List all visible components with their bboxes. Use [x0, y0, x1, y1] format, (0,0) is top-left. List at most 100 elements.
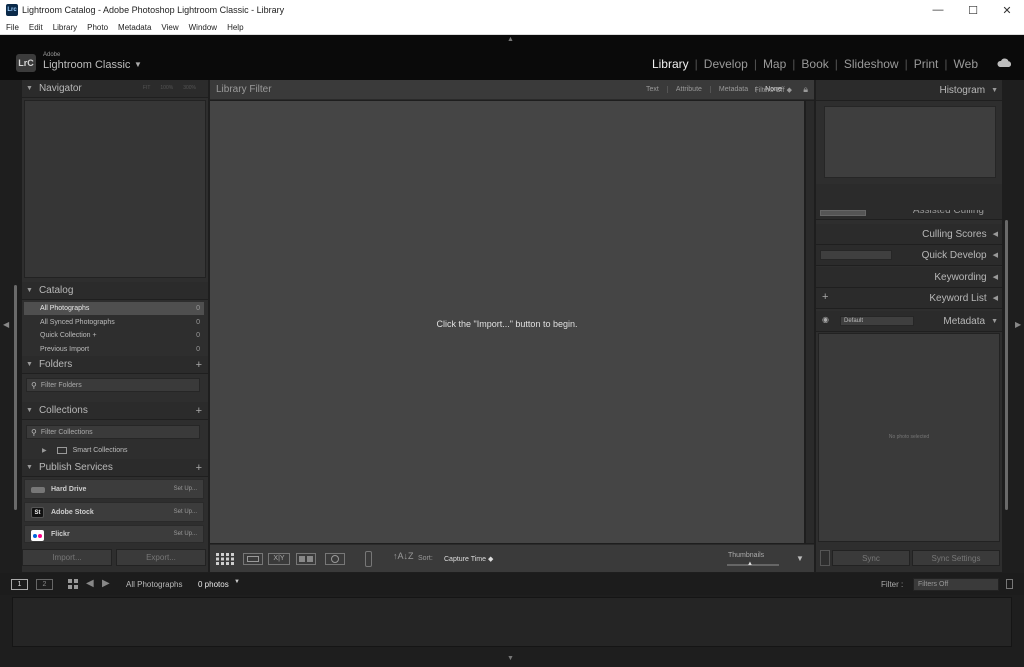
top-panel-toggle-icon[interactable]: ▲	[507, 36, 514, 43]
module-library[interactable]: Library	[646, 57, 695, 71]
menu-window[interactable]: Window	[189, 23, 217, 32]
grid-scrollbar[interactable]	[806, 101, 814, 543]
module-book[interactable]: Book	[795, 57, 834, 71]
folders-header[interactable]: ▼ Folders +	[22, 356, 208, 374]
compare-view-icon[interactable]: X|Y	[268, 553, 290, 565]
keyword-list-header[interactable]: + Keyword List ◀	[816, 288, 1002, 309]
setup-button[interactable]: Set Up...	[174, 486, 197, 492]
keywording-header[interactable]: Keywording ◀	[816, 267, 1002, 288]
publish-hard-drive[interactable]: Hard Drive Set Up...	[24, 479, 204, 499]
catalog-item-quick-collection[interactable]: Quick Collection + 0	[24, 329, 204, 342]
zoom-100[interactable]: 100%	[160, 85, 173, 91]
filter-tab-attribute[interactable]: Attribute	[668, 86, 711, 93]
brand-company: Adobe	[43, 52, 61, 58]
add-publish-service-icon[interactable]: +	[196, 462, 202, 474]
publish-services-header[interactable]: ▼ Publish Services +	[22, 459, 208, 477]
sync-toggle-icon[interactable]	[820, 550, 830, 566]
eye-icon[interactable]: ◉	[822, 315, 829, 324]
grid-shortcut-icon[interactable]	[68, 579, 78, 589]
import-button[interactable]: Import...	[22, 549, 112, 566]
filmstrip-photo-count[interactable]: 0 photos	[198, 580, 229, 589]
sync-button[interactable]: Sync	[832, 550, 910, 566]
metadata-header[interactable]: ◉ Default Metadata ▼	[816, 311, 1002, 332]
filter-folders-input[interactable]: ⚲ Filter Folders	[26, 378, 200, 392]
module-print[interactable]: Print	[908, 57, 945, 71]
sort-direction-icon[interactable]: ↑A↓Z	[393, 551, 414, 561]
module-web[interactable]: Web	[948, 57, 984, 71]
right-panel-toggle-icon[interactable]: ▶	[1015, 320, 1021, 329]
filmstrip-filter-dropdown[interactable]: Filters Off	[913, 578, 999, 591]
histogram-tool-strip[interactable]	[820, 210, 866, 216]
add-keyword-icon[interactable]: +	[822, 291, 828, 303]
module-slideshow[interactable]: Slideshow	[838, 57, 905, 71]
setup-button[interactable]: Set Up...	[174, 531, 197, 537]
menu-edit[interactable]: Edit	[29, 23, 43, 32]
metadata-preset-dropdown[interactable]: Default	[840, 316, 914, 326]
catalog-item-previous-import[interactable]: Previous Import 0	[24, 343, 204, 356]
primary-window-button[interactable]: 1	[11, 579, 28, 590]
lrc-logo: LrC	[16, 54, 36, 72]
menu-photo[interactable]: Photo	[87, 23, 108, 32]
menu-view[interactable]: View	[161, 23, 178, 32]
menu-help[interactable]: Help	[227, 23, 243, 32]
module-develop[interactable]: Develop	[698, 57, 754, 71]
sync-settings-button[interactable]: Sync Settings	[912, 550, 1000, 566]
secondary-window-button[interactable]: 2	[36, 579, 53, 590]
add-folder-icon[interactable]: +	[196, 359, 202, 371]
export-button[interactable]: Export...	[116, 549, 206, 566]
histogram-header[interactable]: Histogram ▼	[816, 80, 1002, 101]
expand-triangle-icon[interactable]: ▶	[42, 447, 47, 454]
publish-adobe-stock[interactable]: St Adobe Stock Set Up...	[24, 502, 204, 522]
people-view-icon[interactable]	[325, 553, 345, 565]
photo-count-dropdown-icon[interactable]: ▼	[234, 579, 240, 585]
keyword-list-title: Keyword List	[929, 292, 987, 304]
lock-icon[interactable]: 🔒︎	[803, 84, 808, 95]
filter-lock-icon[interactable]	[1006, 579, 1013, 589]
smart-collections-item[interactable]: ▶ Smart Collections	[24, 444, 204, 457]
saved-preset-dropdown[interactable]	[820, 250, 892, 260]
left-panel-toggle-icon[interactable]: ◀	[3, 320, 9, 329]
close-button[interactable]: ✕	[990, 0, 1024, 20]
module-map[interactable]: Map	[757, 57, 792, 71]
add-collection-icon[interactable]: +	[196, 405, 202, 417]
filmstrip-source[interactable]: All Photographs	[126, 580, 182, 589]
right-panel-scrollbar[interactable]	[1005, 220, 1008, 510]
no-photo-selected-text: No photo selected	[888, 434, 930, 440]
navigator-header[interactable]: ▼ Navigator FIT 100% 300%	[22, 80, 208, 98]
menu-file[interactable]: File	[6, 23, 19, 32]
collections-header[interactable]: ▼ Collections +	[22, 402, 208, 420]
filter-tab-metadata[interactable]: Metadata	[711, 86, 758, 93]
menu-metadata[interactable]: Metadata	[118, 23, 151, 32]
catalog-item-all-photographs[interactable]: All Photographs 0	[24, 302, 204, 315]
cloud-sync-icon[interactable]	[996, 58, 1012, 68]
bottom-panel-toggle-icon[interactable]: ▼	[507, 655, 514, 662]
filter-collections-input[interactable]: ⚲ Filter Collections	[26, 425, 200, 439]
catalog-item-all-synced[interactable]: All Synced Photographs 0	[24, 316, 204, 329]
filmstrip[interactable]	[12, 597, 1012, 647]
minimize-button[interactable]: —	[921, 0, 955, 20]
survey-view-icon[interactable]	[296, 553, 316, 565]
brand-menu-caret-icon[interactable]: ▼	[134, 60, 142, 69]
filter-presets-dropdown[interactable]: Filters Off ◆	[754, 86, 792, 94]
filter-tab-text[interactable]: Text	[638, 86, 668, 93]
zoom-fit[interactable]: FIT	[143, 85, 151, 91]
left-panel-scrollbar[interactable]	[14, 285, 17, 510]
publish-flickr[interactable]: Flickr Set Up...	[24, 525, 204, 543]
spray-can-icon[interactable]	[365, 551, 372, 567]
culling-scores-header[interactable]: Culling Scores ◀	[816, 224, 1002, 245]
quick-develop-header[interactable]: Quick Develop ◀	[816, 245, 1002, 266]
loupe-view-icon[interactable]	[243, 553, 263, 565]
catalog-header[interactable]: ▼ Catalog	[22, 282, 208, 300]
back-arrow-icon[interactable]: ◀	[86, 578, 94, 589]
zoom-300[interactable]: 300%	[183, 85, 196, 91]
sort-dropdown[interactable]: Capture Time ◆	[444, 555, 493, 563]
grid-view-icon[interactable]	[216, 553, 234, 565]
forward-arrow-icon[interactable]: ▶	[102, 578, 110, 589]
navigator-preview[interactable]	[24, 100, 206, 278]
maximize-button[interactable]: ☐	[956, 0, 990, 20]
menu-library[interactable]: Library	[53, 23, 77, 32]
slider-thumb-icon[interactable]: ▲	[747, 561, 753, 567]
setup-button[interactable]: Set Up...	[174, 509, 197, 515]
toolbar-menu-chevron-icon[interactable]: ▼	[796, 554, 804, 563]
thumbnail-size-slider[interactable]	[727, 564, 779, 566]
